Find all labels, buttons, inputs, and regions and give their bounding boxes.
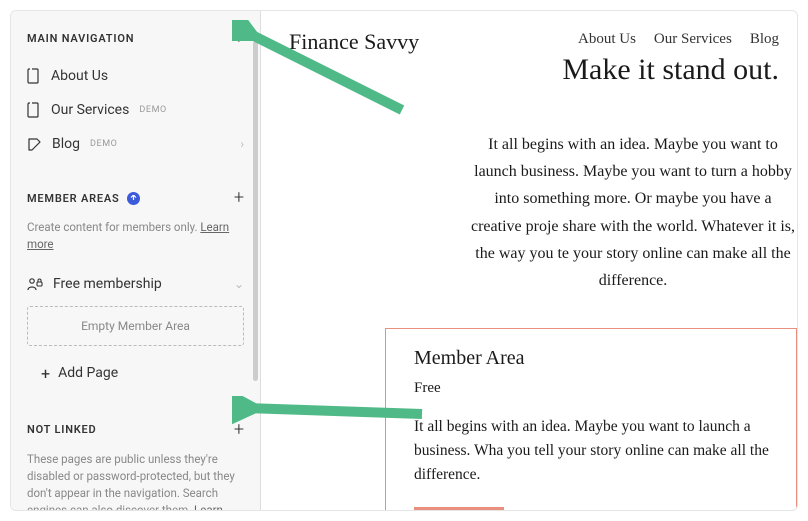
nav-item-label: Our Services: [51, 102, 129, 118]
sidebar: MAIN NAVIGATION + About Us Our Services …: [11, 11, 261, 510]
members-icon: [27, 277, 43, 291]
member-areas-title-text: MEMBER AREAS: [27, 192, 120, 205]
blog-icon: [27, 137, 42, 152]
page-icon: [27, 102, 41, 118]
add-not-linked-button[interactable]: +: [234, 421, 244, 439]
chevron-right-icon: ›: [240, 137, 244, 151]
add-page-button[interactable]: + Add Page: [27, 354, 244, 393]
add-main-nav-button[interactable]: +: [234, 29, 244, 47]
not-linked-header: NOT LINKED +: [27, 421, 244, 439]
plus-icon: +: [41, 364, 50, 383]
member-areas-title: MEMBER AREAS: [27, 192, 140, 205]
member-desc-text: Create content for members only.: [27, 220, 200, 234]
sign-up-button[interactable]: Sign Up: [414, 507, 504, 510]
app-frame: MAIN NAVIGATION + About Us Our Services …: [10, 10, 798, 511]
add-page-label: Add Page: [58, 365, 118, 381]
nav-item-label: Blog: [52, 136, 80, 152]
free-membership-label: Free membership: [53, 276, 162, 292]
empty-member-area[interactable]: Empty Member Area: [27, 306, 244, 346]
member-box-title: Member Area: [414, 347, 776, 370]
main-nav-header: MAIN NAVIGATION +: [27, 29, 244, 47]
add-member-area-button[interactable]: +: [234, 189, 244, 207]
nav-link-services[interactable]: Our Services: [654, 31, 732, 48]
demo-tag: DEMO: [139, 105, 166, 115]
nav-item-label: About Us: [51, 68, 108, 84]
nav-item-services[interactable]: Our Services DEMO: [27, 93, 244, 127]
hero-title: Make it stand out.: [289, 53, 797, 87]
demo-tag: DEMO: [90, 139, 117, 149]
member-areas-desc: Create content for members only. Learn m…: [27, 219, 244, 254]
chevron-down-icon: ⌄: [234, 277, 244, 291]
scrollbar[interactable]: [253, 41, 258, 381]
page-icon: [27, 68, 41, 84]
nav-item-blog[interactable]: Blog DEMO ›: [27, 127, 244, 161]
main-nav-title: MAIN NAVIGATION: [27, 32, 134, 45]
not-linked-desc: These pages are public unless they're di…: [27, 451, 244, 511]
nav-link-about[interactable]: About Us: [578, 31, 636, 48]
hero-paragraph: It all begins with an idea. Maybe you wa…: [289, 131, 797, 294]
topbar: Finance Savvy About Us Our Services Blog: [289, 29, 797, 55]
member-box-price: Free: [414, 380, 776, 397]
member-badge-icon: [127, 192, 140, 205]
brand-title: Finance Savvy: [289, 29, 419, 55]
member-areas-header: MEMBER AREAS +: [27, 189, 244, 207]
not-linked-title: NOT LINKED: [27, 423, 97, 436]
member-box-paragraph: It all begins with an idea. Maybe you wa…: [414, 415, 776, 487]
free-membership-item[interactable]: Free membership ⌄: [27, 268, 244, 300]
nav-link-blog[interactable]: Blog: [750, 31, 779, 48]
not-linked-desc-text: These pages are public unless they're di…: [27, 452, 235, 511]
page-preview: Finance Savvy About Us Our Services Blog…: [261, 11, 797, 510]
nav-item-about[interactable]: About Us: [27, 59, 244, 93]
top-nav: About Us Our Services Blog: [578, 29, 779, 48]
member-area-box: Member Area Free It all begins with an i…: [385, 328, 797, 510]
